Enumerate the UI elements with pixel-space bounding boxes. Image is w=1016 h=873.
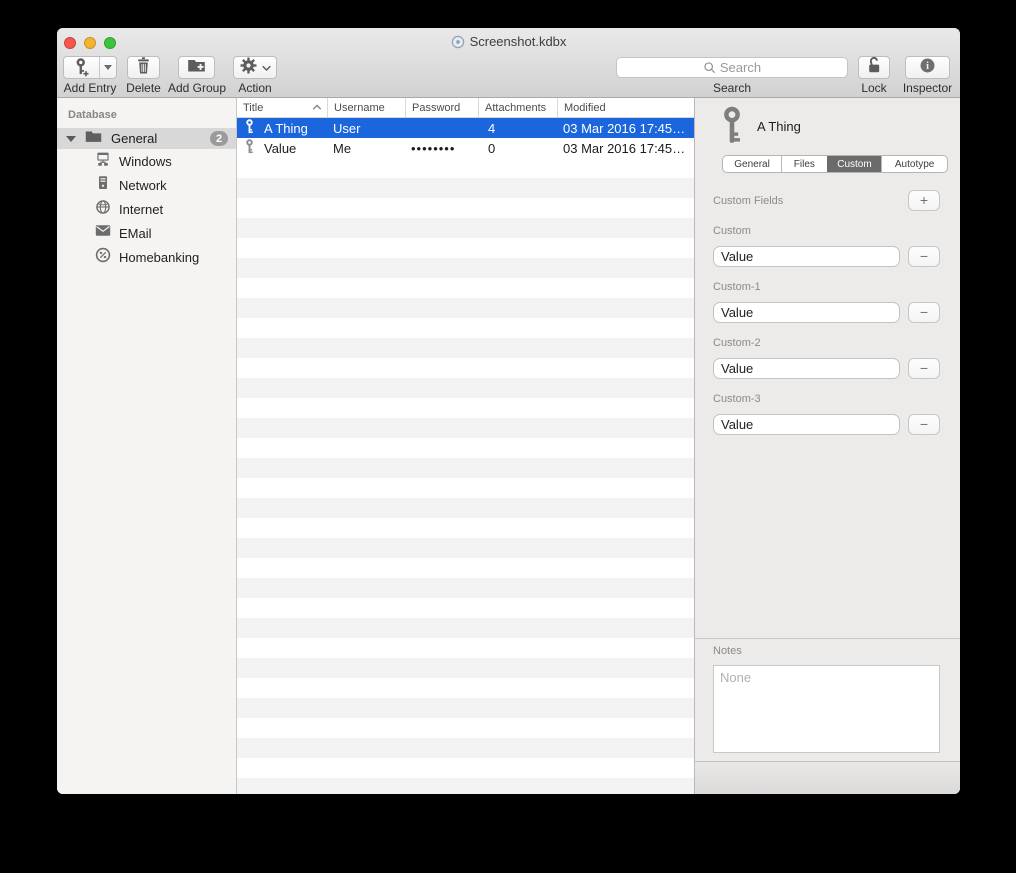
table-row[interactable]: Value Me •••••••• 0 03 Mar 2016 17:45… xyxy=(237,138,694,158)
entry-table: Title Username Password Attachments Modi… xyxy=(237,98,695,794)
main-content: Database General 2 Windows Network xyxy=(57,98,960,794)
notes-label: Notes xyxy=(713,645,742,657)
add-entry-dropdown[interactable] xyxy=(100,57,116,78)
search-placeholder: Search xyxy=(720,60,761,75)
document-proxy-icon[interactable] xyxy=(451,35,465,52)
field-label: Custom-2 xyxy=(713,337,761,349)
info-icon: i xyxy=(919,57,936,79)
lock-button[interactable] xyxy=(858,56,890,79)
app-window: Screenshot.kdbx Add Entry Delet xyxy=(57,28,960,794)
folder-icon xyxy=(85,130,102,148)
add-group-label: Add Group xyxy=(161,81,233,95)
empty-table-rows xyxy=(237,158,694,794)
toolbar: Add Entry Delete Add Group xyxy=(57,54,960,98)
sidebar-item-network[interactable]: Network xyxy=(57,173,236,197)
divider xyxy=(695,638,960,639)
custom-field-input[interactable] xyxy=(713,302,900,323)
column-header-modified[interactable]: Modified xyxy=(557,98,694,117)
inspector-tabs: General Files Custom Autotype xyxy=(722,155,948,173)
table-row[interactable]: A Thing User 4 03 Mar 2016 17:45… xyxy=(237,118,694,138)
field-label: Custom-1 xyxy=(713,281,761,293)
key-plus-icon xyxy=(64,57,99,78)
inspector-button[interactable]: i xyxy=(905,56,950,79)
field-label: Custom xyxy=(713,225,751,237)
search-label: Search xyxy=(616,81,848,95)
server-icon xyxy=(95,175,111,196)
globe-icon xyxy=(95,199,111,220)
column-header-password[interactable]: Password xyxy=(405,98,478,117)
tab-autotype[interactable]: Autotype xyxy=(881,156,947,172)
inspector-label: Inspector xyxy=(895,81,960,95)
search-input[interactable]: Search xyxy=(616,57,848,78)
sidebar-item-windows[interactable]: Windows xyxy=(57,149,236,173)
gear-icon xyxy=(240,57,257,79)
tab-general[interactable]: General xyxy=(723,156,781,172)
sort-ascending-icon xyxy=(312,104,322,111)
key-icon xyxy=(245,119,254,137)
remove-custom-field-button[interactable]: − xyxy=(908,358,940,379)
inspector-entry-title: A Thing xyxy=(757,119,801,134)
window-title: Screenshot.kdbx xyxy=(57,34,960,52)
search-icon xyxy=(703,61,716,74)
field-label: Custom-3 xyxy=(713,393,761,405)
column-header-attachments[interactable]: Attachments xyxy=(478,98,557,117)
windows-icon xyxy=(95,151,111,172)
sidebar-item-homebanking[interactable]: Homebanking xyxy=(57,245,236,269)
inspector-footer xyxy=(695,761,960,794)
inspector-panel: A Thing General Files Custom Autotype Cu… xyxy=(695,98,960,794)
sidebar-group-general[interactable]: General 2 xyxy=(57,128,236,149)
window-chrome: Screenshot.kdbx Add Entry Delet xyxy=(57,28,960,98)
lock-label: Lock xyxy=(850,81,898,95)
action-button[interactable] xyxy=(233,56,277,79)
disclosure-triangle-icon[interactable] xyxy=(66,136,76,142)
trash-icon xyxy=(136,57,151,79)
tab-custom[interactable]: Custom xyxy=(827,156,882,172)
remove-custom-field-button[interactable]: − xyxy=(908,302,940,323)
sidebar-item-internet[interactable]: Internet xyxy=(57,197,236,221)
add-entry-button[interactable] xyxy=(63,56,117,79)
custom-fields-label: Custom Fields xyxy=(713,195,783,207)
add-group-button[interactable] xyxy=(178,56,215,79)
sidebar-section-header: Database xyxy=(57,98,236,121)
sidebar: Database General 2 Windows Network xyxy=(57,98,237,794)
titlebar: Screenshot.kdbx xyxy=(57,28,960,54)
sidebar-item-email[interactable]: EMail xyxy=(57,221,236,245)
add-entry-label: Add Entry xyxy=(59,81,121,95)
table-header: Title Username Password Attachments Modi… xyxy=(237,98,694,118)
action-label: Action xyxy=(233,81,277,95)
chevron-down-icon xyxy=(262,59,271,77)
envelope-icon xyxy=(95,224,111,242)
entry-key-icon xyxy=(720,106,744,150)
column-header-title[interactable]: Title xyxy=(237,98,327,117)
key-icon xyxy=(245,139,254,157)
svg-text:i: i xyxy=(926,61,929,72)
folder-plus-icon xyxy=(187,58,206,78)
custom-field-input[interactable] xyxy=(713,358,900,379)
tab-files[interactable]: Files xyxy=(781,156,827,172)
custom-field-input[interactable] xyxy=(713,246,900,267)
add-custom-field-button[interactable]: + xyxy=(908,190,940,211)
percent-icon xyxy=(95,247,111,268)
lock-open-icon xyxy=(866,56,882,79)
dropdown-arrow-icon xyxy=(104,65,112,70)
remove-custom-field-button[interactable]: − xyxy=(908,414,940,435)
column-header-username[interactable]: Username xyxy=(327,98,405,117)
remove-custom-field-button[interactable]: − xyxy=(908,246,940,267)
entry-count-badge: 2 xyxy=(210,131,228,146)
delete-button[interactable] xyxy=(127,56,160,79)
sidebar-group-label: General xyxy=(111,131,157,146)
custom-field-input[interactable] xyxy=(713,414,900,435)
notes-textarea[interactable] xyxy=(713,665,940,753)
